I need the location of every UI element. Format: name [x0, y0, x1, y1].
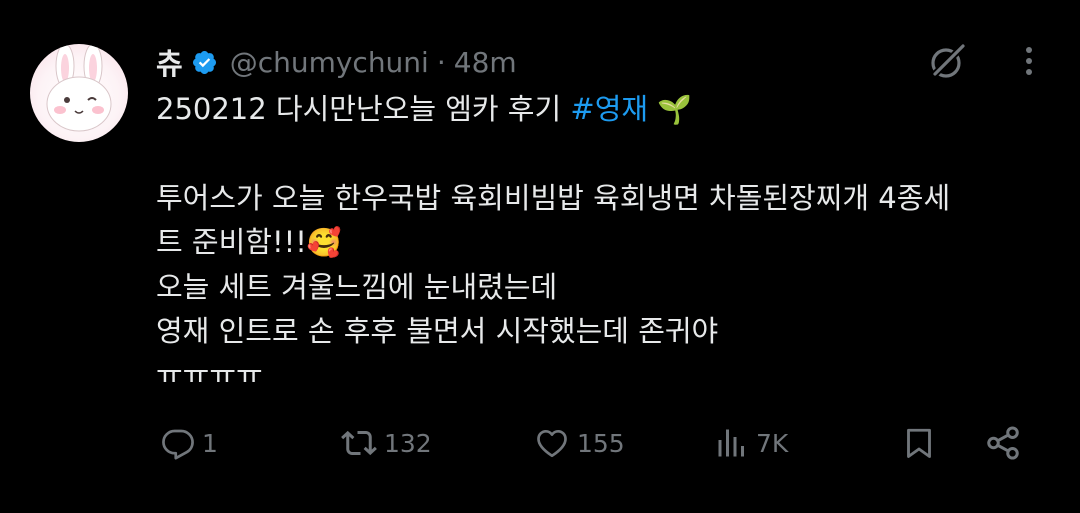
text-line-6: ㅠㅠㅠㅠ	[156, 358, 263, 382]
smiling-hearts-emoji: 🥰	[306, 226, 342, 259]
views-button[interactable]: 7K	[714, 418, 788, 468]
seedling-emoji: 🌱	[657, 93, 693, 126]
tweet-text: 250212 다시만난오늘 엠카 후기 #영재 🌱 투어스가 오늘 한우국밥 육…	[156, 87, 1046, 382]
verified-badge-icon	[192, 50, 216, 74]
text-line-1-prefix: 250212 다시만난오늘 엠카 후기	[156, 92, 571, 126]
grok-icon[interactable]	[927, 40, 969, 82]
retweet-icon	[341, 430, 377, 456]
separator-dot: ·	[436, 45, 446, 79]
like-count: 155	[577, 428, 625, 458]
text-line-1: 250212 다시만난오늘 엠카 후기 #영재 🌱	[156, 87, 1046, 132]
tweet-card[interactable]: 츄 @chumychuni · 48m 250212 다시만난오늘 엠카 후기 …	[0, 0, 1080, 513]
author-handle[interactable]: @chumychuni	[230, 46, 429, 79]
avatar[interactable]	[30, 44, 128, 142]
text-line-2: 투어스가 오늘 한우국밥 육회비빔밥 육회냉면 차돌된장찌개 4종세	[156, 181, 951, 215]
more-options-icon[interactable]	[1014, 43, 1044, 79]
reply-count: 1	[202, 428, 218, 458]
display-name[interactable]: 츄	[156, 41, 183, 83]
bunny-avatar-icon	[46, 44, 112, 132]
text-line-3: 트 준비함!!!🥰	[156, 220, 1046, 265]
share-icon	[987, 426, 1019, 460]
text-line-5: 영재 인트로 손 후후 불면서 시작했는데 존귀야	[156, 314, 719, 348]
hashtag-link[interactable]: #영재	[570, 92, 648, 126]
views-count: 7K	[756, 428, 789, 458]
timestamp[interactable]: 48m	[454, 46, 517, 79]
retweet-count: 132	[384, 428, 432, 458]
like-heart-icon	[537, 429, 567, 458]
like-button[interactable]: 155	[533, 418, 625, 468]
retweet-button[interactable]: 132	[340, 418, 432, 468]
reply-icon	[162, 429, 194, 460]
tweet-header: 츄 @chumychuni · 48m	[156, 40, 517, 84]
bookmark-icon	[907, 428, 931, 458]
text-line-3-prefix: 트 준비함!!!	[156, 225, 307, 259]
views-chart-icon	[718, 429, 744, 457]
bookmark-button[interactable]	[901, 418, 937, 468]
share-button[interactable]	[984, 418, 1022, 468]
reply-button[interactable]: 1	[160, 418, 218, 468]
action-bar: 1 132 155 7K	[0, 418, 1080, 468]
text-line-4: 오늘 세트 겨울느낌에 눈내렸는데	[156, 270, 558, 304]
